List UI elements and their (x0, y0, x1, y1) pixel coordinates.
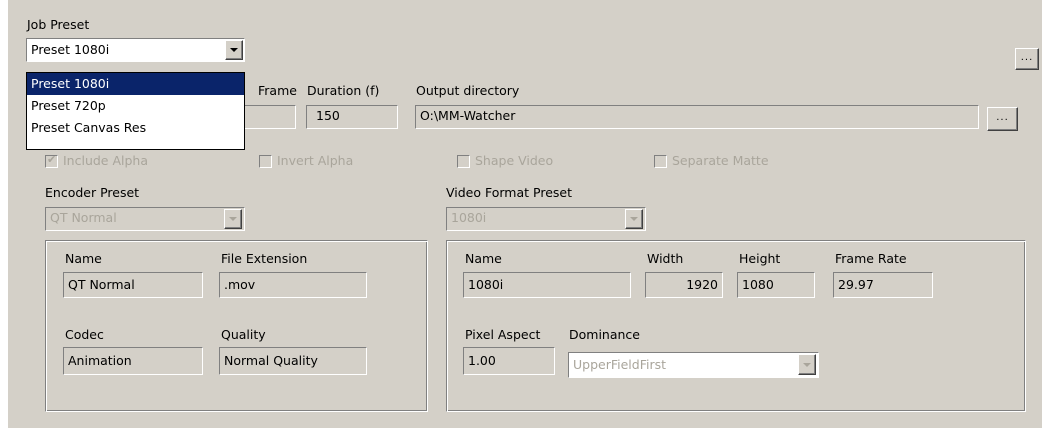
codec-field[interactable]: Animation (63, 347, 203, 375)
include-alpha-label: Include Alpha (63, 153, 149, 168)
pixel-aspect-label: Pixel Aspect (465, 327, 541, 342)
dropdown-option[interactable]: Preset 720p (27, 95, 244, 117)
codec-label: Codec (65, 327, 104, 342)
shape-video-label: Shape Video (475, 153, 554, 168)
codec-value: Animation (68, 353, 132, 368)
width-label: Width (647, 251, 684, 266)
job-preset-browse-button[interactable]: ... (1015, 48, 1039, 70)
job-preset-label: Job Preset (27, 17, 90, 32)
duration-value: 150 (316, 108, 340, 123)
dropdown-option[interactable]: Preset 1080i (27, 73, 244, 95)
output-directory-field[interactable]: O:\MM-Watcher (415, 105, 979, 129)
checkmark-icon: ✔ (47, 153, 57, 166)
separate-matte-label: Separate Matte (672, 153, 769, 168)
video-format-preset-value: 1080i (451, 210, 487, 225)
encoder-name-value: QT Normal (68, 277, 135, 292)
job-preset-dropdown-list: Preset 1080i Preset 720p Preset Canvas R… (26, 72, 245, 150)
ellipsis-icon: ... (996, 112, 1009, 123)
width-value: 1920 (686, 277, 718, 292)
invert-alpha-checkbox[interactable] (259, 155, 272, 168)
frame-rate-field[interactable]: 29.97 (833, 272, 933, 298)
chevron-down-icon (229, 217, 237, 221)
file-extension-label: File Extension (221, 251, 308, 266)
dropdown-option[interactable]: Preset Canvas Res (27, 117, 244, 139)
encoder-preset-combobox[interactable]: QT Normal (45, 207, 245, 231)
video-name-value: 1080i (468, 277, 504, 292)
job-preset-value: Preset 1080i (31, 42, 110, 57)
job-preset-combobox[interactable]: Preset 1080i (26, 38, 245, 62)
video-format-preset-label: Video Format Preset (446, 185, 572, 200)
separate-matte-checkbox[interactable] (654, 155, 667, 168)
video-name-label: Name (465, 251, 502, 266)
pixel-aspect-value: 1.00 (468, 353, 496, 368)
file-extension-value: .mov (224, 277, 256, 292)
chevron-down-icon (230, 48, 238, 52)
invert-alpha-label: Invert Alpha (277, 153, 354, 168)
quality-field[interactable]: Normal Quality (219, 347, 367, 375)
dominance-label: Dominance (569, 327, 640, 342)
encoder-preset-label: Encoder Preset (45, 185, 140, 200)
chevron-down-icon (803, 362, 811, 367)
encoder-name-label: Name (65, 251, 102, 266)
video-name-field[interactable]: 1080i (463, 272, 631, 298)
shape-video-checkbox[interactable] (457, 155, 470, 168)
height-value: 1080 (742, 277, 774, 292)
dominance-dropdown-button[interactable] (798, 354, 816, 375)
height-field[interactable]: 1080 (737, 272, 815, 298)
quality-label: Quality (221, 327, 266, 342)
chevron-down-icon (630, 217, 638, 221)
job-preset-dropdown-button[interactable] (225, 40, 243, 60)
output-directory-label: Output directory (416, 83, 520, 98)
video-format-preset-combobox[interactable]: 1080i (446, 207, 646, 231)
duration-field[interactable]: 150 (306, 105, 398, 129)
video-format-details-group (446, 240, 1026, 412)
width-field[interactable]: 1920 (645, 272, 723, 298)
frame-field[interactable] (240, 105, 296, 129)
video-format-preset-dropdown-button[interactable] (625, 209, 643, 229)
height-label: Height (739, 251, 781, 266)
encoder-name-field[interactable]: QT Normal (63, 272, 203, 298)
encoder-preset-dropdown-button[interactable] (224, 209, 242, 229)
duration-label: Duration (f) (307, 83, 380, 98)
frame-rate-label: Frame Rate (835, 251, 907, 266)
include-alpha-checkbox[interactable]: ✔ (45, 153, 58, 168)
output-directory-browse-button[interactable]: ... (987, 107, 1018, 131)
frame-rate-value: 29.97 (838, 277, 874, 292)
encoder-preset-value: QT Normal (50, 210, 117, 225)
dominance-value: UpperFieldFirst (573, 357, 667, 372)
output-directory-value: O:\MM-Watcher (420, 108, 516, 123)
ellipsis-icon: ... (1020, 52, 1034, 63)
file-extension-field[interactable]: .mov (219, 272, 367, 298)
quality-value: Normal Quality (224, 353, 318, 368)
frame-label: Frame (258, 83, 297, 98)
pixel-aspect-field[interactable]: 1.00 (463, 347, 555, 375)
dominance-combobox[interactable]: UpperFieldFirst (568, 352, 819, 378)
